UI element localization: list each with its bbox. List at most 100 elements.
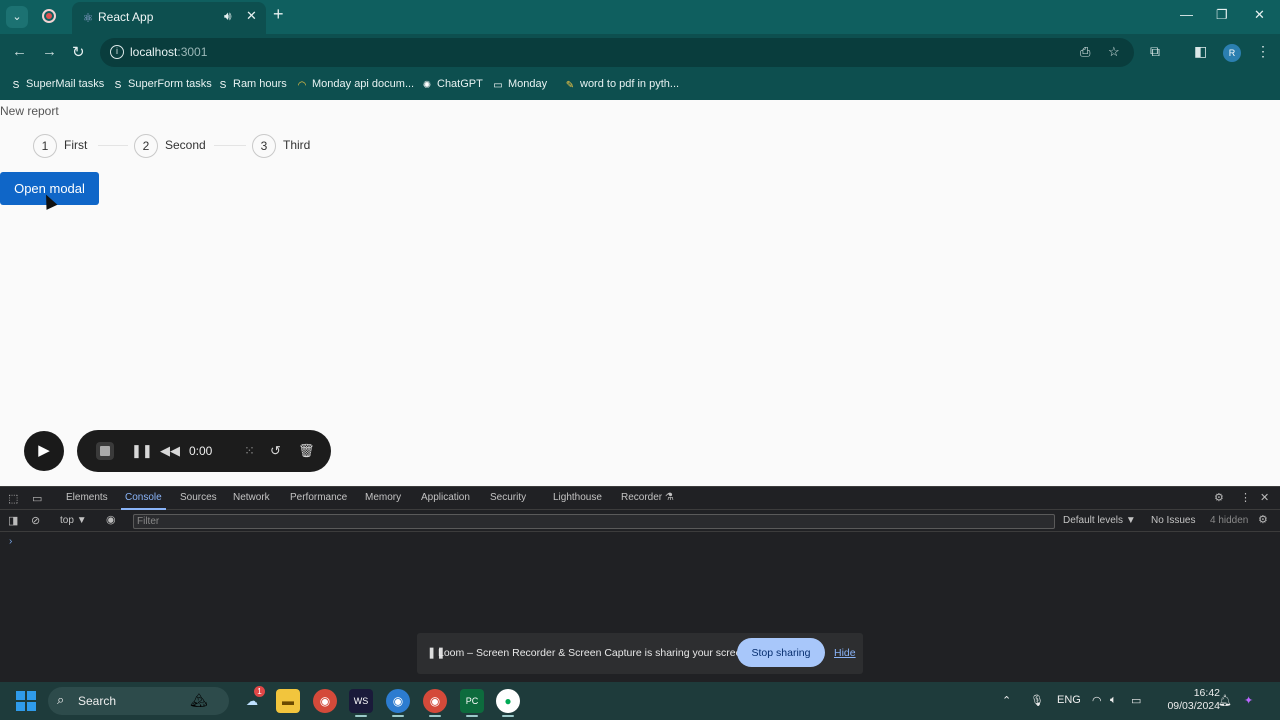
- chrome-alt-icon[interactable]: ◉: [423, 689, 447, 713]
- flask-icon: ⚗: [664, 492, 674, 503]
- stop-sharing-button[interactable]: Stop sharing: [737, 638, 825, 667]
- stepper-step-1[interactable]: 1 First: [33, 134, 123, 158]
- new-tab-plus-icon[interactable]: +: [273, 4, 284, 25]
- url-host: localhost: [130, 45, 178, 59]
- bookmark-star-icon[interactable]: ☆: [1108, 44, 1120, 60]
- bookmark-label: Monday: [508, 78, 548, 90]
- volume-icon[interactable]: 🔈︎: [1110, 694, 1117, 707]
- profile-avatar[interactable]: R: [1223, 44, 1241, 62]
- context-selector[interactable]: top ▼: [60, 515, 87, 526]
- running-indicator: [429, 715, 441, 717]
- stop-recording-icon[interactable]: [96, 442, 114, 460]
- step-number: 1: [33, 134, 57, 158]
- site-info-icon[interactable]: i: [110, 45, 124, 59]
- chrome-icon[interactable]: ◉: [313, 689, 337, 713]
- hidden-count: 4 hidden: [1210, 515, 1249, 526]
- settings-gear-icon[interactable]: ⚙: [1214, 491, 1224, 504]
- system-clock[interactable]: 16:42 09/03/2024: [1152, 687, 1220, 713]
- url-text[interactable]: localhost:3001: [130, 45, 207, 59]
- notifications-bell-icon[interactable]: 🔔︎: [1218, 694, 1232, 707]
- tab-elements[interactable]: Elements: [66, 492, 108, 503]
- tab-performance[interactable]: Performance: [290, 492, 347, 503]
- tab-search-chevron-icon[interactable]: ⌄: [6, 6, 28, 28]
- page-content: New report 1 First 2 Second 3 Third Open…: [0, 100, 1280, 486]
- bookmark-item[interactable]: ✺ ChatGPT: [421, 78, 483, 92]
- bookmark-item[interactable]: ◠ Monday api docum...: [296, 78, 415, 92]
- tray-overflow-chevron-icon[interactable]: ⌃: [1002, 694, 1011, 707]
- superform-s-icon: S: [219, 80, 227, 91]
- issues-counter[interactable]: No Issues: [1151, 515, 1195, 526]
- dropdown-triangle-icon: ▼: [1125, 515, 1136, 526]
- devtools-tab-bar: ⬚ ▭ Elements Console Sources Network Per…: [0, 487, 1280, 510]
- more-options-icon[interactable]: ⋮: [1240, 491, 1251, 504]
- restart-icon[interactable]: ↺: [270, 443, 281, 459]
- taskbar-search[interactable]: ⌕ Search 🏔︎: [48, 687, 229, 715]
- tab-recorder[interactable]: Recorder ⚗: [621, 492, 674, 503]
- side-panel-icon[interactable]: ◧: [1194, 43, 1207, 60]
- stepper-step-3[interactable]: 3 Third: [252, 134, 342, 158]
- install-app-icon[interactable]: ⎙: [1080, 44, 1090, 60]
- running-indicator: [466, 715, 478, 717]
- microphone-icon[interactable]: 🎙︎: [1030, 694, 1044, 707]
- tab-application[interactable]: Application: [421, 492, 470, 503]
- copilot-icon[interactable]: ✦: [1244, 694, 1253, 707]
- console-settings-gear-icon[interactable]: ⚙: [1258, 513, 1268, 526]
- close-devtools-icon[interactable]: ✕: [1260, 491, 1269, 504]
- camera-icon[interactable]: ▶︎: [24, 431, 64, 471]
- tab-console[interactable]: Console: [121, 492, 166, 510]
- tab-sources[interactable]: Sources: [180, 492, 217, 503]
- sidebar-toggle-icon[interactable]: ◨: [8, 514, 18, 527]
- tab-lighthouse[interactable]: Lighthouse: [553, 492, 602, 503]
- clear-console-icon[interactable]: ⊘: [31, 514, 40, 527]
- browser-tab-react-app[interactable]: ⚛ React App 🔊︎ ✕: [72, 2, 266, 34]
- loom-recorder-icon[interactable]: ●: [496, 689, 520, 713]
- tab-memory[interactable]: Memory: [365, 492, 401, 503]
- bookmark-item[interactable]: S SuperForm tasks: [112, 78, 212, 92]
- stepper-connector: [98, 145, 128, 146]
- search-icon: ⌕: [57, 692, 65, 707]
- stepper-step-2[interactable]: 2 Second: [134, 134, 234, 158]
- delete-trash-icon[interactable]: 🗑︎: [298, 443, 315, 459]
- inspect-element-icon[interactable]: ⬚: [8, 492, 18, 505]
- drawing-grid-icon[interactable]: ⁙: [244, 443, 255, 459]
- wifi-icon[interactable]: ◠: [1092, 694, 1102, 707]
- bookmark-label: Monday api docum...: [312, 78, 415, 90]
- speaker-icon[interactable]: 🔊︎: [224, 9, 232, 24]
- language-indicator[interactable]: ENG: [1057, 694, 1081, 706]
- rewind-icon[interactable]: ◀◀: [160, 443, 180, 459]
- close-window-icon[interactable]: ✕: [1254, 7, 1265, 23]
- running-indicator: [502, 715, 514, 717]
- file-explorer-icon[interactable]: ▬: [276, 689, 300, 713]
- chrome-menu-icon[interactable]: ⋮: [1256, 43, 1270, 60]
- bookmark-item[interactable]: ▭ Monday: [492, 78, 547, 92]
- address-bar[interactable]: i localhost:3001 ⎙ ☆: [100, 38, 1134, 67]
- bookmark-item[interactable]: S SuperMail tasks: [10, 78, 105, 92]
- page-title: New report: [0, 104, 59, 118]
- back-arrow-icon[interactable]: ←: [12, 43, 27, 60]
- extensions-puzzle-icon[interactable]: ⧉: [1150, 43, 1160, 60]
- tab-security[interactable]: Security: [490, 492, 526, 503]
- webstorm-icon[interactable]: WS: [349, 689, 373, 713]
- pycharm-icon[interactable]: PC: [460, 689, 484, 713]
- log-levels-dropdown[interactable]: Default levels ▼: [1063, 515, 1136, 526]
- tab-title: React App: [98, 10, 154, 24]
- live-expression-eye-icon[interactable]: ◉: [106, 513, 116, 526]
- battery-icon[interactable]: ▭: [1131, 694, 1141, 707]
- forward-arrow-icon[interactable]: →: [42, 43, 57, 60]
- restore-window-icon[interactable]: ❐: [1216, 7, 1228, 23]
- hide-link[interactable]: Hide: [834, 647, 856, 659]
- bookmark-item[interactable]: S Ram hours: [217, 78, 287, 92]
- chrome-profile-icon[interactable]: ◉: [386, 689, 410, 713]
- device-toolbar-icon[interactable]: ▭: [32, 492, 42, 505]
- tab-close-icon[interactable]: ✕: [246, 8, 257, 24]
- bookmark-item[interactable]: ✎ word to pdf in pyth...: [564, 78, 679, 92]
- console-prompt-caret-icon[interactable]: ›: [9, 536, 12, 547]
- reload-icon[interactable]: ↻: [72, 43, 85, 61]
- console-filter-input[interactable]: Filter: [133, 514, 1055, 529]
- minimize-icon[interactable]: —: [1180, 7, 1193, 22]
- step-number: 2: [134, 134, 158, 158]
- windows-start-icon[interactable]: [16, 691, 36, 711]
- tab-network[interactable]: Network: [233, 492, 270, 503]
- pause-icon[interactable]: ❚❚: [131, 443, 153, 459]
- superform-s-icon: S: [114, 80, 122, 91]
